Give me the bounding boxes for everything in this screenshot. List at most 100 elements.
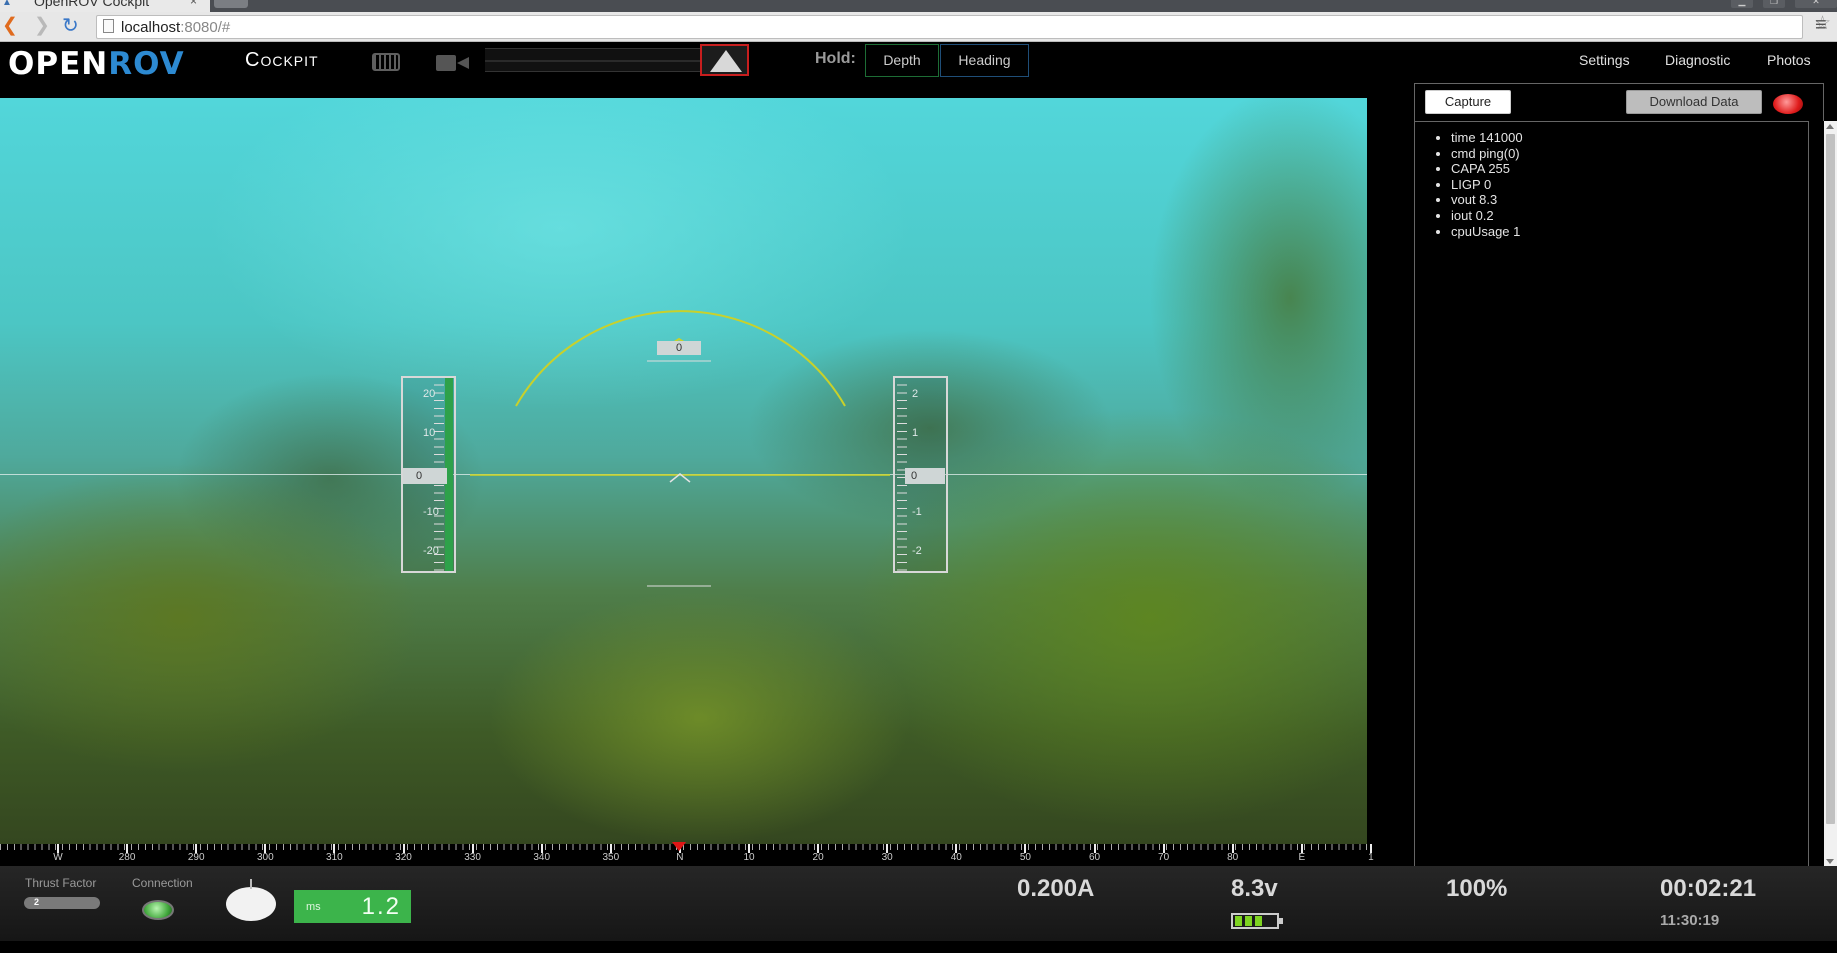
compass-label: 30 — [881, 852, 893, 863]
tab-title: OpenROV Cockpit — [34, 0, 150, 9]
keyboard-icon[interactable] — [372, 53, 400, 71]
control-knob[interactable] — [226, 879, 276, 921]
back-arrow-icon[interactable]: ❮ — [2, 16, 18, 36]
url-host: localhost — [121, 19, 181, 36]
heading-marker-icon — [672, 842, 686, 851]
forward-arrow-icon[interactable]: ❯ — [34, 16, 50, 36]
compass-label: N — [676, 852, 684, 863]
browser-tabstrip: ▲ OpenROV Cockpit × ▁ ❐ ✕ — [0, 0, 1837, 12]
laser-toggle-button[interactable] — [700, 44, 749, 76]
app-header: OPENROV Cockpit Hold: Depth Heading Sett… — [0, 43, 1837, 83]
compass-label: 340 — [533, 852, 551, 863]
compass-label: 50 — [1019, 852, 1031, 863]
list-item: iout 0.2 — [1451, 208, 1523, 224]
compass-label: 300 — [256, 852, 274, 863]
settings-link[interactable]: Settings — [1579, 52, 1630, 68]
compass-label: 1 — [1368, 852, 1374, 863]
new-tab-button[interactable] — [214, 0, 248, 8]
scroll-up-icon[interactable] — [1826, 124, 1834, 129]
hold-depth-button[interactable]: Depth — [865, 44, 939, 77]
hold-heading-button[interactable]: Heading — [940, 44, 1029, 77]
video-camera-icon[interactable] — [436, 53, 470, 73]
compass-label: 40 — [950, 852, 962, 863]
elapsed-time: 00:02:21 — [1660, 875, 1757, 902]
compass-label: 290 — [187, 852, 205, 863]
browser-toolbar: ❮ ❯ ↻ localhost:8080/# ☆ — [0, 12, 1837, 42]
download-data-button[interactable]: Download Data — [1626, 90, 1762, 114]
openrov-logo: OPENROV — [8, 46, 185, 82]
window-close-icon[interactable]: ✕ — [1795, 0, 1837, 8]
voltage-readout: 8.3v — [1231, 875, 1278, 902]
openrov-favicon-icon: ▲ — [2, 0, 12, 8]
compass-label: 80 — [1227, 852, 1239, 863]
reload-icon[interactable]: ↻ — [62, 16, 79, 36]
latency-value: 1.2 — [361, 893, 401, 920]
compass-label: E — [1298, 852, 1306, 863]
laser-triangle-icon — [710, 50, 742, 72]
capture-button[interactable]: Capture — [1425, 90, 1511, 114]
battery-cell — [1255, 916, 1262, 926]
thrust-factor-value: 2 — [34, 897, 40, 907]
compass-strip: W 280 290 300 310 320 330 340 350 N 10 20 30 40 50 60 70… — [0, 842, 1374, 866]
pitch-readout: 0 — [657, 341, 701, 355]
depth-tape: 2 1 -1 -2 0 — [893, 376, 948, 573]
hold-label: Hold: — [815, 50, 856, 67]
url-rest: :8080/# — [180, 19, 231, 36]
compass-label: 350 — [602, 852, 620, 863]
compass-label: 320 — [395, 852, 412, 863]
list-item: cmd ping(0) — [1451, 146, 1523, 162]
telemetry-panel: time 141000 cmd ping(0) CAPA 255 LIGP 0 … — [1414, 121, 1809, 867]
record-indicator-icon[interactable] — [1773, 94, 1803, 114]
compass-label: 20 — [812, 852, 824, 863]
thrust-factor-slider[interactable]: 2 — [24, 897, 100, 909]
connection-label: Connection — [132, 876, 193, 890]
url-text: localhost:8080/# — [121, 19, 230, 36]
scroll-down-icon[interactable] — [1826, 859, 1834, 864]
panel-scrollbar[interactable] — [1824, 121, 1837, 867]
browser-menu-icon[interactable]: ≡ — [1815, 14, 1833, 37]
camera-tilt-bar — [485, 48, 701, 72]
roll-arc — [515, 310, 846, 407]
speed-tick-label: -10 — [423, 506, 439, 518]
battery-icon — [1231, 913, 1283, 929]
minimize-icon[interactable]: ▁ — [1731, 0, 1753, 8]
clock-time: 11:30:19 — [1660, 912, 1720, 929]
aircraft-symbol — [669, 473, 691, 483]
list-item: vout 8.3 — [1451, 192, 1523, 208]
address-bar[interactable]: localhost:8080/# — [96, 15, 1803, 39]
photos-link[interactable]: Photos — [1767, 52, 1811, 68]
data-panel-header: Capture Download Data — [1414, 83, 1824, 121]
browser-tab[interactable]: ▲ OpenROV Cockpit × — [0, 0, 210, 12]
video-feed: 0 20 10 -10 -20 0 2 1 -1 -2 0 — [0, 98, 1367, 846]
compass-label: 60 — [1088, 852, 1101, 863]
depth-tick-label: 1 — [912, 427, 919, 439]
speed-tick-label: 10 — [423, 427, 436, 439]
thrust-factor-label: Thrust Factor — [25, 876, 97, 890]
connection-led-icon — [142, 900, 174, 920]
cockpit-title: Cockpit — [245, 49, 319, 71]
speed-tick-label: -20 — [423, 545, 439, 557]
page-icon — [103, 19, 114, 33]
depth-tick-label: 2 — [912, 388, 919, 400]
status-bar: Thrust Factor 2 Connection ms 1.2 0.200A… — [0, 866, 1837, 941]
restore-icon[interactable]: ❐ — [1763, 0, 1785, 8]
compass-label: 330 — [464, 852, 481, 863]
compass-label: 310 — [326, 852, 343, 863]
scroll-thumb[interactable] — [1826, 134, 1835, 824]
list-item: time 141000 — [1451, 130, 1523, 146]
latency-unit: ms — [306, 901, 321, 913]
telemetry-list: time 141000 cmd ping(0) CAPA 255 LIGP 0 … — [1451, 130, 1523, 239]
list-item: CAPA 255 — [1451, 161, 1523, 177]
diagnostic-link[interactable]: Diagnostic — [1665, 52, 1730, 68]
compass-label: 280 — [118, 852, 136, 863]
logo-open: OPEN — [8, 46, 109, 82]
compass-label: W — [53, 852, 63, 863]
depth-tick-label: -2 — [912, 545, 922, 557]
list-item: cpuUsage 1 — [1451, 224, 1523, 240]
battery-cell — [1235, 916, 1242, 926]
speed-tick-label: 20 — [423, 388, 436, 400]
latency-display: ms 1.2 — [294, 890, 411, 923]
current-readout: 0.200A — [1017, 875, 1095, 902]
tab-close-icon[interactable]: × — [190, 0, 197, 8]
speed-readout: 0 — [403, 468, 447, 484]
